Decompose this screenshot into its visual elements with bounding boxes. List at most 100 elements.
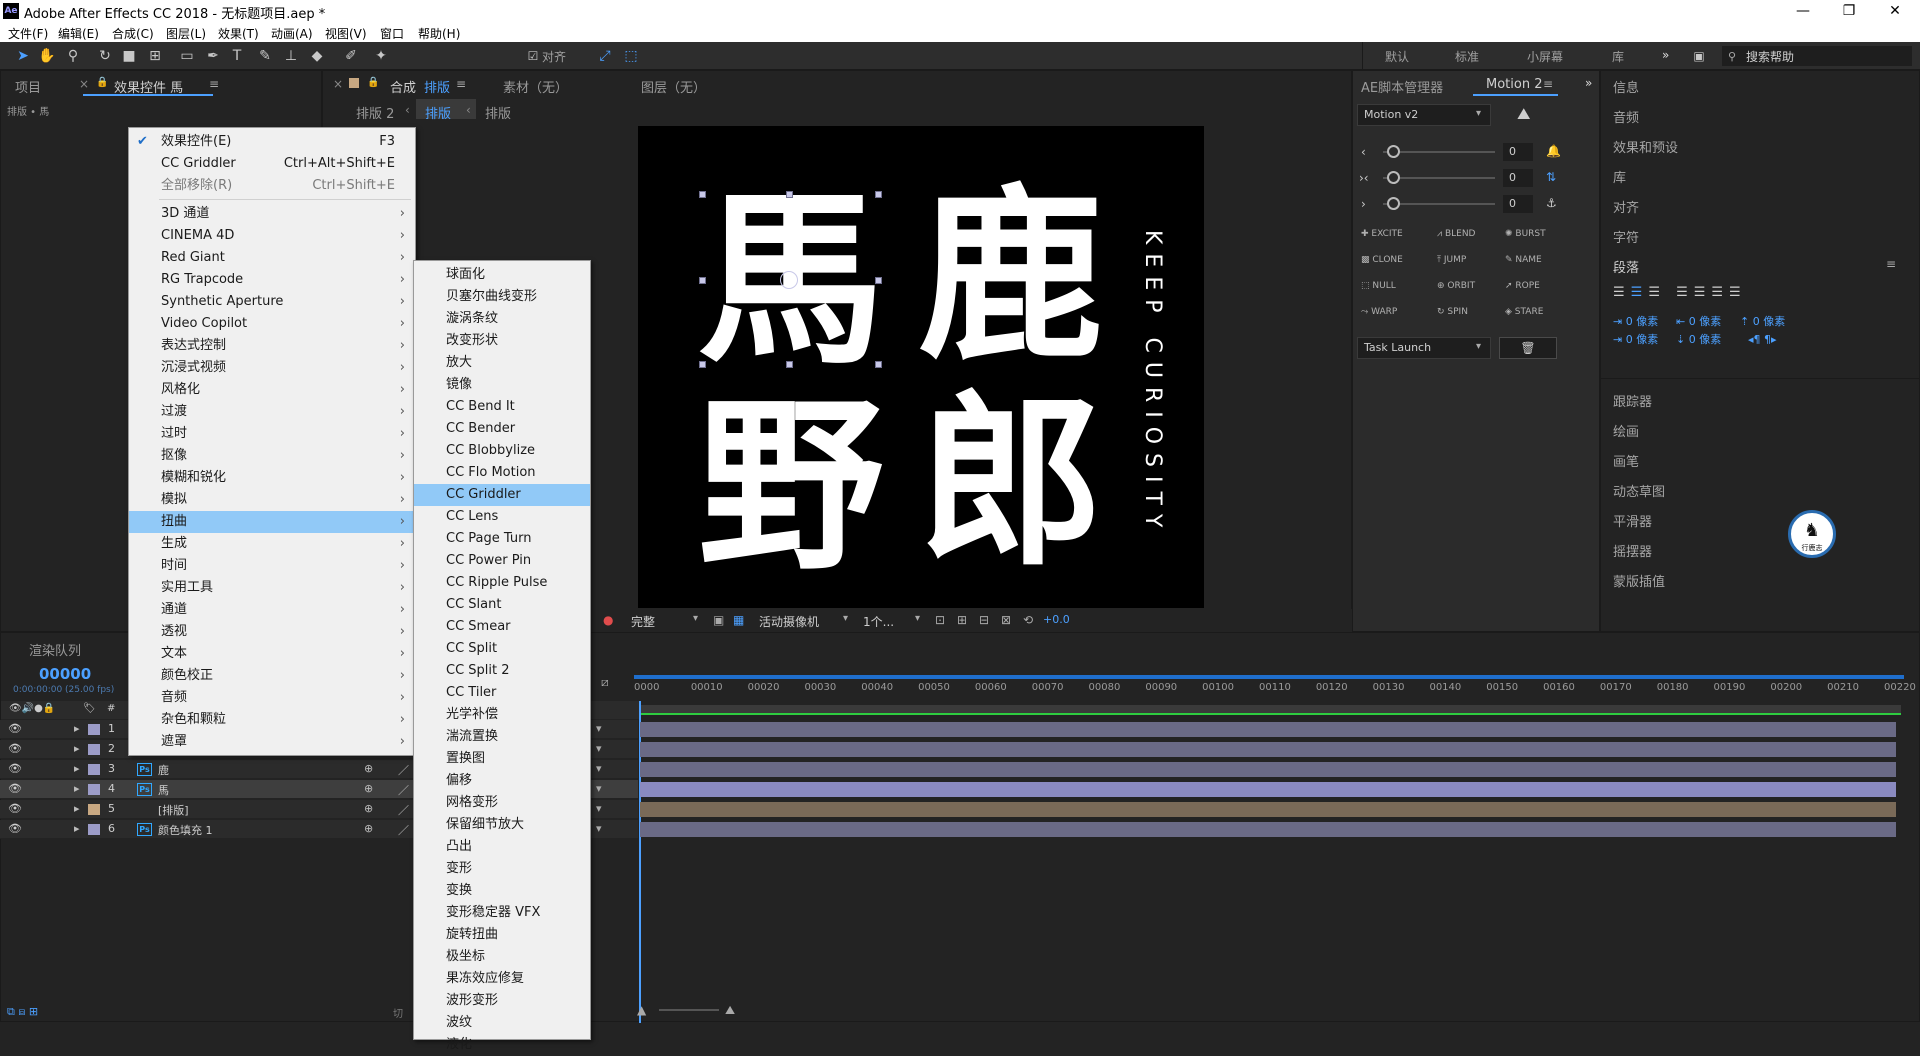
transform-handle[interactable] <box>875 361 882 368</box>
tab-footage[interactable]: 素材（无） <box>503 77 568 96</box>
transform-handle[interactable] <box>875 191 882 198</box>
layer-name[interactable]: 颜色填充 1 <box>158 822 213 838</box>
ease-both-value[interactable]: 0 <box>1503 169 1533 187</box>
layer-duration-bar[interactable] <box>640 762 1896 777</box>
menu-item[interactable]: ✔ 效果控件(E) F3 <box>129 131 415 153</box>
brush-tool-icon[interactable]: ✎ <box>256 47 274 65</box>
comp-panel-menu-icon[interactable]: ≡ <box>456 77 466 91</box>
more-workspaces-icon[interactable]: » <box>1662 48 1669 62</box>
transform-handle[interactable] <box>786 361 793 368</box>
script-panel-menu-icon[interactable]: ≡ <box>1543 77 1553 91</box>
visibility-eye-icon[interactable]: 👁 <box>8 822 22 835</box>
menu-item[interactable]: 时间 › <box>129 555 415 577</box>
space-before-field[interactable]: ⇡ 0 像素 <box>1740 313 1785 329</box>
menu-help[interactable]: 帮助(H) <box>418 25 460 42</box>
menu-item[interactable]: 颜色校正 › <box>129 665 415 687</box>
timeline-footer-icons[interactable]: ⧉ ⧈ ⊞ <box>7 1005 38 1019</box>
indent-left-field[interactable]: ⇥ 0 像素 <box>1613 313 1658 329</box>
null-button[interactable]: ⬚ NULL <box>1361 281 1396 291</box>
name-button[interactable]: ✎ NAME <box>1505 255 1542 265</box>
chevron-down-icon[interactable]: ▾ <box>596 762 602 775</box>
comp-lock-icon[interactable]: 🔒 <box>367 77 379 88</box>
snapshot-icon[interactable]: ⊞ <box>957 613 967 627</box>
ease-in-value[interactable]: 0 <box>1503 143 1533 161</box>
layer-duration-bar[interactable] <box>640 742 1896 757</box>
tracker-panel[interactable]: 跟踪器 <box>1613 391 1652 410</box>
menu-item[interactable]: 抠像 › <box>129 445 415 467</box>
submenu-item[interactable]: 波形变形 <box>414 990 590 1012</box>
submenu-item[interactable]: 网格变形 <box>414 792 590 814</box>
trash-icon[interactable]: 🗑 <box>1499 337 1557 359</box>
expand-triangle-icon[interactable]: ▸ <box>74 822 80 835</box>
ease-out-slider[interactable] <box>1387 197 1400 210</box>
menu-item[interactable]: CINEMA 4D › <box>129 225 415 247</box>
submenu-item[interactable]: 偏移 <box>414 770 590 792</box>
layer-duration-bar[interactable] <box>640 782 1896 797</box>
transform-handle[interactable] <box>699 361 706 368</box>
library-panel[interactable]: 库 <box>1613 167 1626 186</box>
submenu-item[interactable]: CC Slant <box>414 594 590 616</box>
chevron-down-icon[interactable]: ▾ <box>596 722 602 735</box>
layer-label-color[interactable] <box>88 784 100 795</box>
menu-item[interactable]: Video Copilot › <box>129 313 415 335</box>
work-area-bar[interactable] <box>634 675 1904 679</box>
jump-button[interactable]: ⤒ JUMP <box>1437 255 1466 265</box>
expand-triangle-icon[interactable]: ▸ <box>74 782 80 795</box>
layer-duration-bar[interactable] <box>640 722 1896 737</box>
expand-triangle-icon[interactable]: ▸ <box>74 722 80 735</box>
menu-item[interactable]: Red Giant › <box>129 247 415 269</box>
zoom-slider[interactable] <box>659 1009 719 1011</box>
views-select[interactable]: 1个... <box>863 613 894 630</box>
effects-presets-panel[interactable]: 效果和预设 <box>1613 137 1678 156</box>
show-snapshot-icon[interactable]: ⊟ <box>979 613 989 627</box>
paragraph-menu-icon[interactable]: ≡ <box>1886 257 1896 271</box>
excite-button[interactable]: ✚ EXCITE <box>1361 229 1403 239</box>
snap-options-icon[interactable]: ⬚ <box>622 47 640 65</box>
motion-sketch-panel[interactable]: 动态草图 <box>1613 481 1665 500</box>
expand-triangle-icon[interactable]: ▸ <box>74 742 80 755</box>
transform-handle[interactable] <box>875 277 882 284</box>
align-checkbox-icon[interactable]: ☑ <box>524 47 542 65</box>
panel-menu-icon[interactable]: ≡ <box>209 77 219 91</box>
submenu-item[interactable]: 波纹 <box>414 1012 590 1034</box>
smoother-panel[interactable]: 平滑器 <box>1613 511 1652 530</box>
menu-file[interactable]: 文件(F) <box>8 25 48 42</box>
menu-window[interactable]: 窗口 <box>380 25 404 42</box>
shy-switch-icon[interactable]: ⊕ <box>364 802 373 815</box>
submenu-item[interactable]: CC Bend It <box>414 396 590 418</box>
close-comp-tab-icon[interactable]: × <box>333 77 343 91</box>
menu-layer[interactable]: 图层(L) <box>166 25 206 42</box>
submenu-item[interactable]: 变换 <box>414 880 590 902</box>
chevron-down-icon[interactable]: ▾ <box>596 822 602 835</box>
paragraph-align-buttons[interactable]: ☰☰☰ ☰☰☰☰ <box>1613 285 1747 300</box>
rectangle-tool-icon[interactable]: ▭ <box>178 47 196 65</box>
anchor-point-icon[interactable] <box>780 271 798 289</box>
burst-button[interactable]: ✺ BURST <box>1505 229 1546 239</box>
paragraph-panel-title[interactable]: 段落 <box>1613 257 1639 276</box>
menu-edit[interactable]: 编辑(E) <box>58 25 99 42</box>
submenu-item[interactable]: 保留细节放大 <box>414 814 590 836</box>
menu-item[interactable]: 杂色和颗粒 › <box>129 709 415 731</box>
tab-layer[interactable]: 图层（无） <box>641 77 706 96</box>
menu-item[interactable]: 全部移除(R) Ctrl+Shift+E <box>129 175 415 197</box>
menu-item[interactable]: 模拟 › <box>129 489 415 511</box>
submenu-item[interactable]: 极坐标 <box>414 946 590 968</box>
menu-effect[interactable]: 效果(T) <box>218 25 259 42</box>
lock-icon[interactable]: 🔒 <box>96 77 108 88</box>
submenu-item[interactable]: 果冻效应修复 <box>414 968 590 990</box>
tab-composition-name[interactable]: 排版 <box>424 77 450 96</box>
close-button[interactable]: ✕ <box>1872 0 1918 22</box>
visibility-eye-icon[interactable]: 👁 <box>8 782 22 795</box>
eraser-tool-icon[interactable]: ◆ <box>308 47 326 65</box>
submenu-item[interactable]: CC Page Turn <box>414 528 590 550</box>
chevron-down-icon[interactable]: ▾ <box>596 782 602 795</box>
breadcrumb-current[interactable]: 排版 <box>425 103 451 122</box>
submenu-item[interactable]: CC Smear <box>414 616 590 638</box>
menu-item[interactable]: 生成 › <box>129 533 415 555</box>
audio-panel[interactable]: 音频 <box>1613 107 1639 126</box>
clone-button[interactable]: ▩ CLONE <box>1361 255 1403 265</box>
menu-item[interactable]: 沉浸式视频 › <box>129 357 415 379</box>
first-line-indent-field[interactable]: ⇥ 0 像素 <box>1613 331 1658 347</box>
reset-exposure-icon[interactable]: ⟲ <box>1023 613 1033 627</box>
submenu-item[interactable]: 贝塞尔曲线变形 <box>414 286 590 308</box>
